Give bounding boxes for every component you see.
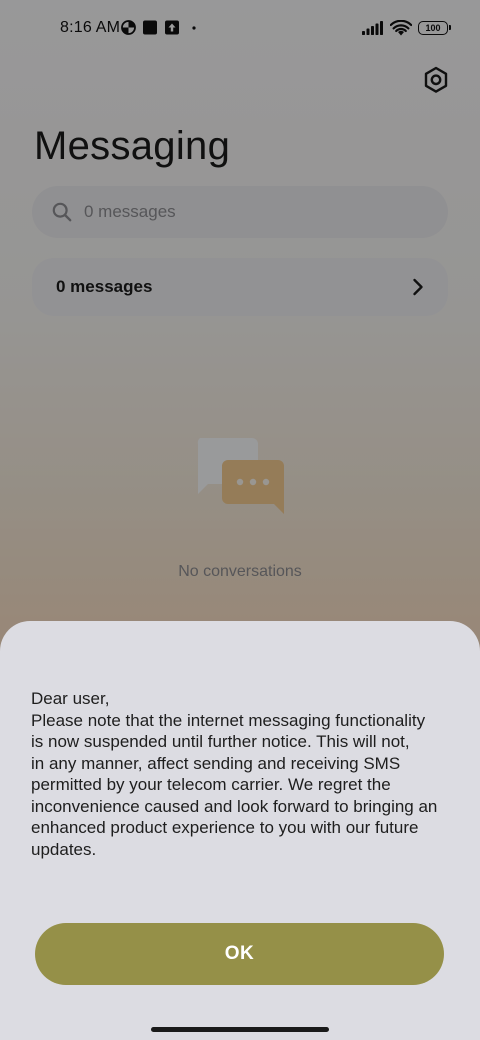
- dialog-message: Dear user, Please note that the internet…: [31, 689, 438, 859]
- notice-dialog: Dear user, Please note that the internet…: [0, 621, 480, 1040]
- home-indicator[interactable]: [151, 1027, 329, 1032]
- ok-button[interactable]: OK: [35, 923, 444, 985]
- messaging-screen: 8:16 AM 100 Messaging 0 messages 0 messa…: [0, 0, 480, 1040]
